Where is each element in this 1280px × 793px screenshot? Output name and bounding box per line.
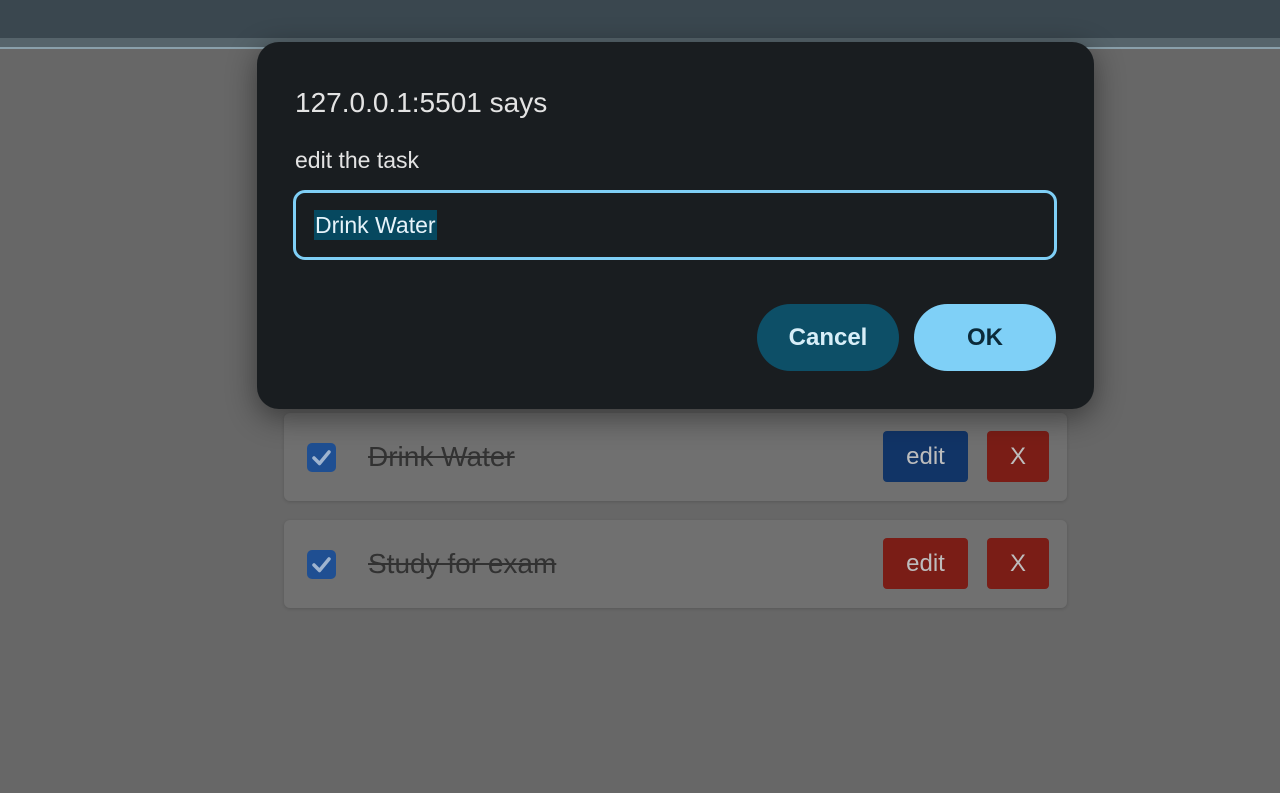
check-icon — [312, 450, 331, 466]
edit-task-button[interactable]: edit — [883, 431, 968, 482]
browser-top-bar — [0, 0, 1280, 38]
edit-task-button[interactable]: edit — [883, 538, 968, 589]
task-item: Drink Water edit X — [284, 413, 1067, 501]
ok-button[interactable]: OK — [914, 304, 1056, 371]
delete-task-button[interactable]: X — [987, 538, 1049, 589]
cancel-button[interactable]: Cancel — [757, 304, 899, 371]
task-checkbox[interactable] — [307, 443, 336, 472]
delete-task-button[interactable]: X — [987, 431, 1049, 482]
task-item: Study for exam edit X — [284, 520, 1067, 608]
task-label: Drink Water — [368, 441, 515, 472]
dialog-title: 127.0.0.1:5501 says — [295, 87, 548, 118]
input-selected-text: Drink Water — [314, 210, 437, 240]
task-checkbox[interactable] — [307, 550, 336, 579]
check-icon — [312, 557, 331, 573]
prompt-dialog: 127.0.0.1:5501 says edit the task Drink … — [257, 42, 1094, 409]
dialog-message: edit the task — [295, 147, 420, 173]
task-label: Study for exam — [368, 548, 557, 579]
edit-task-input[interactable]: Drink Water — [293, 190, 1057, 260]
